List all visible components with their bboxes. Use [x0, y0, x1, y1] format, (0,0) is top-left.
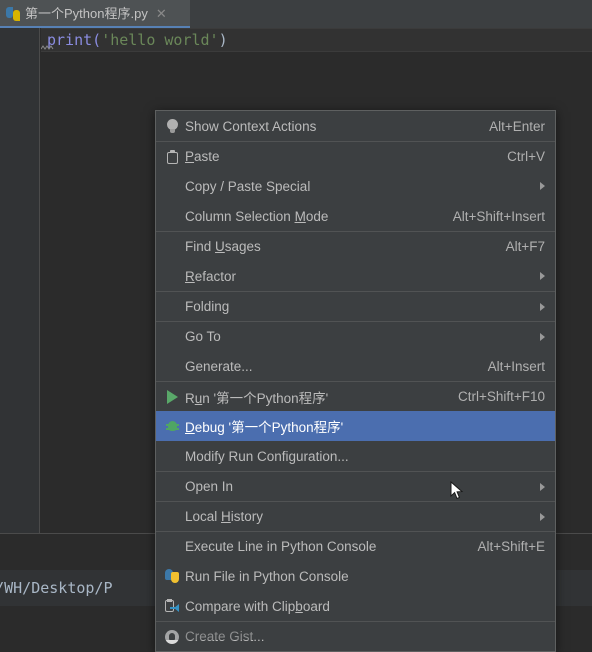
code-token-function: print( [47, 31, 102, 49]
menu-item-label: Open In [185, 479, 234, 494]
menu-item-label: Compare with Clipboard [185, 598, 330, 614]
menu-item-shortcut: Alt+Enter [489, 118, 545, 134]
menu-item-paste[interactable]: Paste Ctrl+V [156, 141, 555, 171]
menu-item-show-context-actions[interactable]: Show Context Actions Alt+Enter [156, 111, 555, 141]
editor-tab[interactable]: 第一个Python程序.py ✕ [0, 0, 190, 28]
menu-item-label: Paste [185, 149, 220, 164]
code-token-paren: ) [218, 31, 228, 49]
editor-context-menu[interactable]: Show Context Actions Alt+Enter Paste Ctrl+V… [155, 110, 556, 652]
menu-item-label: Run '第一个Python程序' [185, 390, 329, 406]
menu-item-label: Refactor [185, 268, 237, 284]
console-path-text: ers/WH/Desktop/P [0, 579, 113, 597]
ide-window: 第一个Python程序.py ✕ print('hello world') er… [0, 0, 592, 652]
python-icon [159, 561, 185, 591]
menu-item-refactor[interactable]: Refactor [156, 261, 555, 291]
menu-item-debug-python[interactable]: Debug '第一个Python程序' [156, 411, 555, 441]
editor-tab-label: 第一个Python程序.py [25, 6, 148, 21]
menu-item-label: Modify Run Configuration... [185, 448, 349, 464]
menu-item-label: Debug '第一个Python程序' [185, 420, 344, 435]
menu-item-shortcut: Ctrl+V [507, 149, 545, 164]
menu-item-shortcut: Ctrl+Shift+F10 [457, 389, 545, 404]
menu-item-local-history[interactable]: Local History [156, 501, 555, 531]
no-icon [159, 292, 185, 322]
inspection-squiggle-icon [41, 45, 54, 50]
menu-item-copy-paste-special[interactable]: Copy / Paste Special [156, 171, 555, 201]
menu-item-run-python[interactable]: Run '第一个Python程序' Ctrl+Shift+F10 [156, 381, 555, 411]
editor-tab-bar: 第一个Python程序.py ✕ [0, 0, 592, 28]
debug-bug-icon [159, 411, 185, 441]
close-icon[interactable]: ✕ [156, 0, 167, 28]
no-icon [159, 261, 185, 291]
chevron-right-icon [540, 512, 545, 521]
chevron-right-icon [540, 332, 545, 341]
menu-item-shortcut: Alt+F7 [505, 239, 545, 254]
menu-item-compare-with-clipboard[interactable]: Compare with Clipboard [156, 591, 555, 621]
menu-item-label: Column Selection Mode [185, 208, 329, 224]
chevron-right-icon [540, 482, 545, 491]
menu-item-shortcut: Alt+Insert [487, 358, 545, 374]
menu-item-open-in[interactable]: Open In [156, 471, 555, 501]
no-icon [159, 502, 185, 532]
no-icon [159, 171, 185, 201]
chevron-right-icon [540, 272, 545, 280]
menu-item-clipped [156, 624, 555, 640]
no-icon [159, 532, 185, 562]
menu-item-label: Run File in Python Console [185, 568, 349, 584]
lightbulb-icon [159, 111, 185, 141]
run-play-icon [159, 382, 185, 412]
no-icon [159, 351, 185, 381]
editor-gutter[interactable] [0, 28, 40, 533]
menu-item-shortcut: Alt+Shift+Insert [452, 208, 545, 224]
python-file-icon [6, 7, 20, 21]
menu-item-label: Go To [185, 329, 221, 344]
menu-item-label: Local History [185, 509, 264, 524]
menu-item-shortcut: Alt+Shift+E [477, 539, 545, 554]
menu-item-generate[interactable]: Generate... Alt+Insert [156, 351, 555, 381]
menu-item-folding[interactable]: Folding [156, 291, 555, 321]
chevron-right-icon [540, 302, 545, 311]
menu-item-column-selection-mode[interactable]: Column Selection Mode Alt+Shift+Insert [156, 201, 555, 231]
tab-bar-empty-area [190, 0, 592, 28]
context-menu-clipped-row [155, 624, 556, 640]
clipboard-icon [159, 142, 185, 172]
menu-item-go-to[interactable]: Go To [156, 321, 555, 351]
menu-item-label: Folding [185, 299, 230, 314]
menu-item-label: Find Usages [185, 239, 261, 254]
no-icon [159, 322, 185, 352]
menu-item-run-file-in-python-console[interactable]: Run File in Python Console [156, 561, 555, 591]
code-line-1: print('hello world') [47, 28, 228, 52]
menu-item-label: Copy / Paste Special [185, 178, 311, 194]
menu-item-label: Execute Line in Python Console [185, 539, 377, 554]
chevron-right-icon [540, 182, 545, 190]
no-icon [159, 472, 185, 502]
no-icon [159, 441, 185, 471]
code-token-string: 'hello world' [101, 31, 219, 49]
menu-item-find-usages[interactable]: Find Usages Alt+F7 [156, 231, 555, 261]
compare-clipboard-icon [159, 591, 185, 621]
menu-item-label: Generate... [185, 358, 253, 374]
no-icon [159, 232, 185, 262]
no-icon [159, 201, 185, 231]
menu-item-modify-run-configuration[interactable]: Modify Run Configuration... [156, 441, 555, 471]
menu-item-execute-line-in-python-console[interactable]: Execute Line in Python Console Alt+Shift+… [156, 531, 555, 561]
menu-item-label: Show Context Actions [185, 118, 317, 134]
